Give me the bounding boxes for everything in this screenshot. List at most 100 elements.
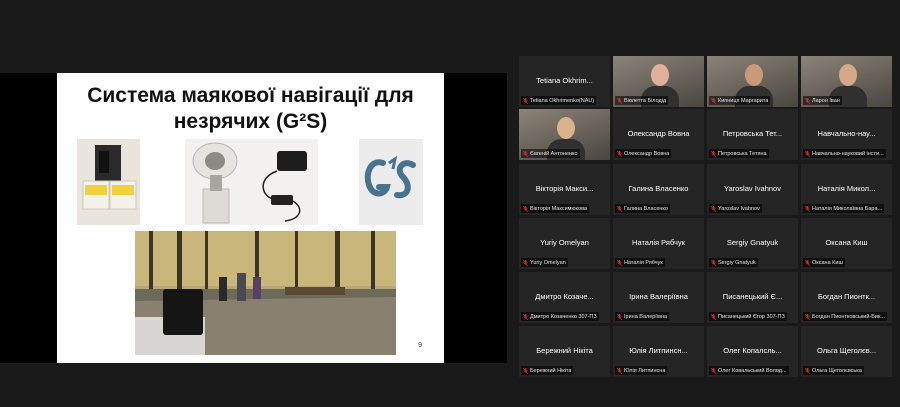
participant-tile[interactable]: Петровська Тет... Петровська Тетяна [707, 109, 798, 160]
participant-tile[interactable]: Євгеній Антоненко [519, 109, 610, 160]
mic-muted-icon [617, 205, 622, 212]
participant-tile[interactable]: Богдан Пионтк... Богдан Пионтковський-Бик… [801, 272, 892, 323]
participant-name-label: Yaroslav Ivahnov [709, 204, 762, 213]
participant-display-name: Юлія Литпинсн... [629, 346, 688, 355]
participant-display-name: Богдан Пионтк... [817, 292, 876, 301]
mic-muted-icon [711, 150, 716, 157]
participant-display-name: Tetiana Okhrim... [536, 76, 593, 85]
participant-tile[interactable]: Ольга Щеголєв... Ольга Щеголєвська [801, 326, 892, 377]
participant-tile[interactable]: Tetiana Okhrim... Tetiana Okhrimenko(NAU) [519, 56, 610, 107]
mic-muted-icon [805, 259, 810, 266]
participant-name-label: Yuriy Omelyan [521, 258, 568, 267]
participant-name-label: Євгеній Антоненко [521, 149, 580, 158]
participant-name-label: Кипниця Маргарита [709, 96, 771, 105]
mic-muted-icon [711, 205, 716, 212]
shared-screen[interactable]: Система маякової навігації для незрячих … [0, 73, 507, 363]
participant-full-name: Олександр Вовна [624, 150, 670, 157]
mic-muted-icon [617, 259, 622, 266]
participant-tile[interactable]: Вікторія Макси... Вікторія Максимюкова [519, 164, 610, 215]
participant-tile[interactable]: Галина Власенко Галина Власенко [613, 164, 704, 215]
participant-tile[interactable]: Ірина Валеріївна Ірина Валеріївна [613, 272, 704, 323]
participant-display-name: Олександр Вовна [627, 129, 690, 138]
participant-name-label: Юлія Литпинсна [615, 366, 668, 375]
participant-name-label: Навчально-науковий інсти... [803, 149, 886, 158]
participant-tile[interactable]: Наталія Микол... Наталія Миколаївна Бара.… [801, 164, 892, 215]
participant-name-label: Tetiana Okhrimenko(NAU) [521, 96, 597, 105]
participant-tile[interactable]: Юлія Литпинсн... Юлія Литпинсна [613, 326, 704, 377]
participant-full-name: Олег Ковальський Волод... [718, 367, 787, 374]
mic-muted-icon [711, 97, 716, 104]
participant-display-name: Петровська Тет... [722, 129, 783, 138]
participant-tile[interactable]: Оксана Киш Оксана Киш [801, 218, 892, 269]
participant-display-name: Ольга Щеголєв... [816, 346, 877, 355]
participant-name-label: Вікторія Максимюкова [521, 204, 590, 213]
participant-tile[interactable]: Ларон Іван [801, 56, 892, 107]
participant-full-name: Юлія Литпинсна [624, 367, 666, 374]
participant-display-name: Оксана Киш [825, 238, 868, 247]
participant-full-name: Ірина Валеріївна [624, 313, 668, 320]
participant-display-name: Дмитро Козаче... [535, 292, 594, 301]
mic-muted-icon [523, 97, 528, 104]
mic-muted-icon [617, 313, 622, 320]
mic-muted-icon [617, 367, 622, 374]
participant-tile[interactable]: Олег Копалсль... Олег Ковальський Волод..… [707, 326, 798, 377]
mic-muted-icon [711, 367, 716, 374]
park-walk-photo [135, 231, 396, 355]
participant-full-name: Вікторія Максимюкова [530, 205, 588, 212]
participant-tile[interactable]: Yaroslav Ivahnov Yaroslav Ivahnov [707, 164, 798, 215]
participant-name-label: Sergiy Gnatyuk [709, 258, 758, 267]
mic-muted-icon [523, 150, 528, 157]
participant-tile[interactable]: Sergiy Gnatyuk Sergiy Gnatyuk [707, 218, 798, 269]
participant-name-label: Олександр Вовна [615, 149, 672, 158]
mic-muted-icon [805, 313, 810, 320]
beacon-boxes-photo [77, 139, 140, 225]
participant-face [557, 117, 575, 139]
participant-name-label: Ларон Іван [803, 96, 842, 105]
mic-muted-icon [523, 367, 528, 374]
participant-display-name: Наталія Рябчук [632, 238, 685, 247]
participant-full-name: Ларон Іван [812, 97, 840, 104]
participant-display-name: Бережний Нікіта [536, 346, 593, 355]
participant-full-name: Наталія Миколаївна Бара... [812, 205, 883, 212]
participant-full-name: Писанецький Єгор 307-ПЗ [718, 313, 785, 320]
mic-muted-icon [711, 313, 716, 320]
participant-tile[interactable]: Писанецький Є... Писанецький Єгор 307-ПЗ [707, 272, 798, 323]
participant-full-name: Дмитро Козаченко 307-ПЗ [530, 313, 597, 320]
mic-muted-icon [523, 313, 528, 320]
participant-tile[interactable]: Кипниця Маргарита [707, 56, 798, 107]
participant-name-label: Ірина Валеріївна [615, 312, 670, 321]
participant-full-name: Yuriy Omelyan [530, 259, 566, 266]
participant-display-name: Наталія Микол... [817, 184, 876, 193]
participant-name-label: Богдан Пионтковський-Бик... [803, 312, 887, 321]
participant-tile[interactable]: Наталія Рябчук Наталія Рябчук [613, 218, 704, 269]
mic-muted-icon [523, 205, 528, 212]
participant-full-name: Навчально-науковий інсти... [812, 150, 884, 157]
mic-muted-icon [805, 97, 810, 104]
participant-tile[interactable]: Дмитро Козаче... Дмитро Козаченко 307-ПЗ [519, 272, 610, 323]
participant-face [839, 64, 857, 86]
mic-muted-icon [805, 150, 810, 157]
participant-full-name: Бережний Нікіта [530, 367, 572, 374]
participant-tile[interactable]: Навчально-нау... Навчально-науковий інсти… [801, 109, 892, 160]
participant-full-name: Петровська Тетяна [718, 150, 767, 157]
participant-name-label: Наталія Рябчук [615, 258, 665, 267]
participant-full-name: Sergiy Gnatyuk [718, 259, 756, 266]
participant-full-name: Наталія Рябчук [624, 259, 663, 266]
mic-muted-icon [711, 259, 716, 266]
participant-tile[interactable]: Yuriy Omelyan Yuriy Omelyan [519, 218, 610, 269]
participant-face [651, 64, 669, 86]
slide-title: Система маякової навігації для незрячих … [87, 84, 414, 133]
participant-display-name: Навчально-нау... [817, 129, 876, 138]
participant-tile[interactable]: Віолетта Білодід [613, 56, 704, 107]
participant-tile[interactable]: Бережний Нікіта Бережний Нікіта [519, 326, 610, 377]
participant-display-name: Писанецький Є... [722, 292, 783, 301]
participant-name-label: Ольга Щеголєвська [803, 366, 864, 375]
presentation-slide: Система маякової навігації для незрячих … [57, 73, 444, 363]
participant-display-name: Yaroslav Ivahnov [724, 184, 781, 193]
participant-display-name: Ірина Валеріївна [629, 292, 688, 301]
participant-name-label: Дмитро Козаченко 307-ПЗ [521, 312, 599, 321]
participant-display-name: Sergiy Gnatyuk [726, 238, 779, 247]
participant-tile[interactable]: Олександр Вовна Олександр Вовна [613, 109, 704, 160]
participant-full-name: Віолетта Білодід [624, 97, 667, 104]
participant-display-name: Yuriy Omelyan [540, 238, 589, 247]
